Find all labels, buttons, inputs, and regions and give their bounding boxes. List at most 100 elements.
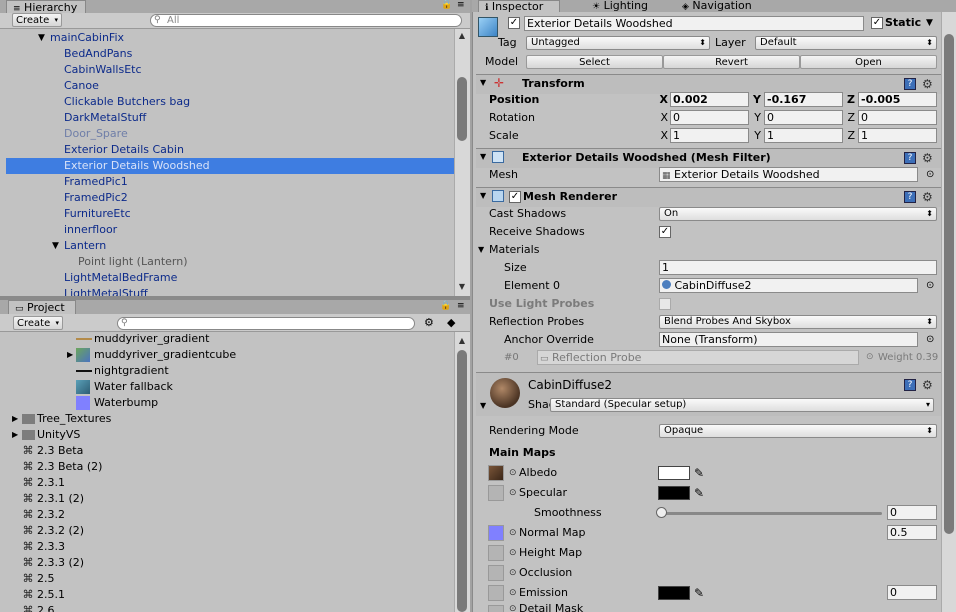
use-light-probes-checkbox[interactable] — [659, 298, 671, 310]
asset-water-fallback[interactable]: Water fallback — [76, 379, 173, 395]
folder-tree-textures[interactable]: Tree_Textures — [22, 411, 111, 427]
height-map-texture-slot[interactable] — [488, 545, 504, 561]
hierarchy-item-framedpic1[interactable]: FramedPic1 — [64, 174, 128, 190]
scroll-down-icon[interactable]: ▼ — [457, 282, 467, 292]
project-create-button[interactable]: Create ▾ — [13, 316, 63, 330]
specular-texture-slot[interactable] — [488, 485, 504, 501]
specular-color-field[interactable] — [658, 486, 690, 500]
object-name-field[interactable]: Exterior Details Woodshed — [524, 16, 864, 31]
hierarchy-item-canoe[interactable]: Canoe — [64, 78, 99, 94]
scene-item[interactable]: ⌘ 2.3 Beta (2) — [22, 459, 103, 475]
hierarchy-item-maincabinfix[interactable]: mainCabinFix — [50, 30, 124, 46]
active-checkbox[interactable]: ✓ — [508, 17, 520, 29]
folder-unityvs[interactable]: UnityVS — [22, 427, 80, 443]
object-picker-icon[interactable]: ⊙ — [926, 332, 934, 347]
model-select-button[interactable]: Select — [526, 55, 663, 69]
hierarchy-item-bedandpans[interactable]: BedAndPans — [64, 46, 132, 62]
eyedropper-icon[interactable]: ✎ — [694, 466, 704, 480]
panel-menu-icon[interactable]: ≡ — [457, 0, 465, 11]
scale-y-field[interactable]: 1 — [764, 128, 843, 143]
eyedropper-icon[interactable]: ✎ — [694, 586, 704, 600]
asset-nightgradient[interactable]: nightgradient — [76, 363, 169, 379]
hierarchy-item-lantern[interactable]: Lantern — [64, 238, 106, 254]
hierarchy-item-point-light[interactable]: Point light (Lantern) — [78, 254, 188, 270]
foldout-triangle-icon[interactable]: ▼ — [480, 152, 486, 161]
hierarchy-create-button[interactable]: Create ▾ — [12, 13, 62, 27]
scene-item[interactable]: ⌘ 2.3.3 (2) — [22, 555, 85, 571]
tab-lighting[interactable]: ☀ Lighting — [586, 0, 656, 12]
mesh-filter-header[interactable]: ▼ Exterior Details Woodshed (Mesh Filter… — [476, 148, 941, 168]
filter-by-type-icon[interactable]: ⚙ — [424, 316, 434, 330]
object-picker-icon[interactable]: ⊙ — [926, 278, 934, 293]
emission-color-field[interactable] — [658, 586, 690, 600]
panel-menu-icon[interactable]: ≡ — [457, 301, 465, 312]
smoothness-field[interactable]: 0 — [887, 505, 937, 520]
scroll-up-icon[interactable]: ▲ — [457, 31, 467, 41]
detail-mask-texture-slot[interactable] — [488, 605, 504, 612]
scene-item[interactable]: ⌘ 2.3.2 — [22, 507, 66, 523]
hierarchy-search-input[interactable]: ⚲ All — [150, 14, 462, 27]
gear-icon[interactable]: ⚙ — [922, 152, 933, 164]
smoothness-slider-thumb[interactable] — [656, 507, 667, 518]
tab-inspector[interactable]: ℹ Inspector — [478, 0, 560, 13]
hierarchy-scrollbar[interactable]: ▲ ▼ — [454, 29, 470, 296]
albedo-texture-slot[interactable] — [488, 465, 504, 481]
anchor-override-field[interactable]: None (Transform) — [659, 332, 918, 347]
static-dropdown-caret-icon[interactable]: ▼ — [926, 15, 933, 31]
hierarchy-item-cabinwallsetc[interactable]: CabinWallsEtc — [64, 62, 142, 78]
expand-triangle-icon[interactable]: ▶ — [12, 411, 18, 427]
cast-shadows-dropdown[interactable]: On ⬍ — [659, 207, 937, 221]
tab-navigation[interactable]: ◈ Navigation — [676, 0, 772, 12]
help-icon[interactable]: ? — [904, 78, 916, 90]
tab-project[interactable]: ▭ Project — [8, 300, 76, 314]
reflection-probes-dropdown[interactable]: Blend Probes And Skybox ⬍ — [659, 315, 937, 329]
tag-dropdown[interactable]: Untagged ⬍ — [526, 36, 710, 50]
scene-item[interactable]: ⌘ 2.5.1 — [22, 587, 66, 603]
rotation-y-field[interactable]: 0 — [764, 110, 843, 125]
scene-item[interactable]: ⌘ 2.3.1 — [22, 475, 66, 491]
model-open-button[interactable]: Open — [800, 55, 937, 69]
hierarchy-item-lightmetalstuff[interactable]: LightMetalStuff — [64, 286, 148, 296]
normal-map-texture-slot[interactable] — [488, 525, 504, 541]
scale-x-field[interactable]: 1 — [670, 128, 749, 143]
transform-header[interactable]: ▼ ✛ Transform ? ⚙ — [476, 74, 941, 94]
expand-triangle-icon[interactable]: ▶ — [67, 347, 73, 363]
scene-item[interactable]: ⌘ 2.3 Beta — [22, 443, 84, 459]
lock-icon[interactable]: 🔒 — [441, 0, 452, 11]
occlusion-texture-slot[interactable] — [488, 565, 504, 581]
model-revert-button[interactable]: Revert — [663, 55, 800, 69]
hierarchy-item-exterior-cabin[interactable]: Exterior Details Cabin — [64, 142, 184, 158]
rotation-x-field[interactable]: 0 — [670, 110, 749, 125]
material-header[interactable]: ▼ CabinDiffuse2 Shader Standard (Specula… — [476, 372, 941, 416]
asset-muddyriver-gradientcube[interactable]: muddyriver_gradientcube — [76, 347, 236, 363]
gear-icon[interactable]: ⚙ — [922, 78, 933, 90]
picker-dot-icon[interactable]: ⊙ — [509, 545, 517, 561]
hierarchy-item-framedpic2[interactable]: FramedPic2 — [64, 190, 128, 206]
asset-waterbump[interactable]: Waterbump — [76, 395, 158, 411]
position-x-field[interactable]: 0.002 — [670, 92, 749, 107]
foldout-triangle-icon[interactable]: ▼ — [478, 242, 484, 258]
hierarchy-item-door-spare[interactable]: Door_Spare — [64, 126, 128, 142]
mesh-object-field[interactable]: ▦ Exterior Details Woodshed — [659, 167, 918, 182]
rotation-z-field[interactable]: 0 — [858, 110, 937, 125]
lock-icon[interactable]: 🔒 — [440, 301, 451, 312]
picker-dot-icon[interactable]: ⊙ — [509, 565, 517, 581]
normal-map-scale-field[interactable]: 0.5 — [887, 525, 937, 540]
scale-z-field[interactable]: 1 — [858, 128, 937, 143]
scrollbar-thumb[interactable] — [457, 350, 467, 612]
scrollbar-thumb[interactable] — [944, 34, 954, 534]
scene-item[interactable]: ⌘ 2.3.2 (2) — [22, 523, 85, 539]
layer-dropdown[interactable]: Default ⬍ — [755, 36, 937, 50]
tab-hierarchy[interactable]: ≡ Hierarchy — [6, 0, 86, 14]
filter-by-label-icon[interactable]: ◆ — [447, 316, 455, 330]
help-icon[interactable]: ? — [904, 191, 916, 203]
hierarchy-item-lightmetalbedframe[interactable]: LightMetalBedFrame — [64, 270, 177, 286]
scene-item[interactable]: ⌘ 2.6 — [22, 603, 55, 612]
smoothness-slider-track[interactable] — [660, 512, 882, 515]
mesh-renderer-enabled-checkbox[interactable]: ✓ — [509, 191, 521, 203]
shader-dropdown[interactable]: Standard (Specular setup) ▾ — [550, 398, 934, 412]
hierarchy-item-furnitureetc[interactable]: FurnitureEtc — [64, 206, 131, 222]
emission-texture-slot[interactable] — [488, 585, 504, 601]
position-z-field[interactable]: -0.005 — [858, 92, 937, 107]
gear-icon[interactable]: ⚙ — [922, 191, 933, 203]
